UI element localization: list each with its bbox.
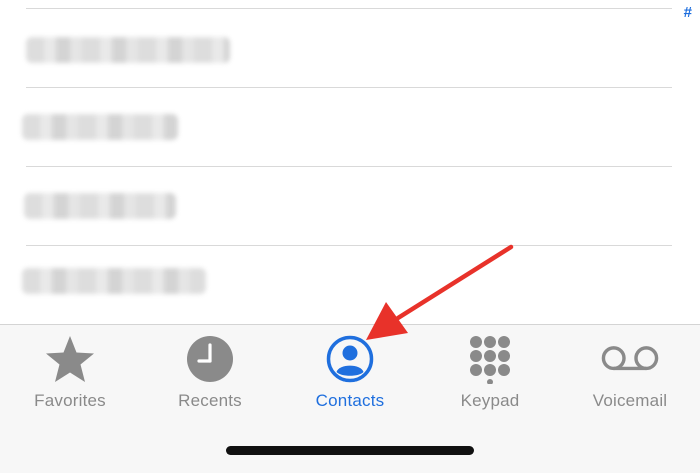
blurred-contact-name (24, 193, 176, 219)
tab-label: Voicemail (592, 391, 668, 410)
blurred-contact-name (22, 268, 206, 294)
tab-keypad[interactable]: Keypad (420, 325, 560, 425)
person-circle-icon (320, 331, 380, 387)
tab-label: Contacts (315, 391, 385, 410)
tab-favorites[interactable]: Favorites (0, 325, 140, 425)
tab-contacts[interactable]: Contacts (280, 325, 420, 425)
contact-row[interactable] (22, 88, 672, 167)
contact-list (0, 9, 700, 324)
contact-row[interactable] (22, 246, 672, 324)
tab-voicemail[interactable]: Voicemail (560, 325, 700, 425)
tab-label: Keypad (460, 391, 520, 410)
tab-label: Favorites (34, 391, 106, 410)
voicemail-icon (600, 331, 660, 387)
star-icon (40, 331, 100, 387)
clock-icon (180, 331, 240, 387)
keypad-icon (460, 331, 520, 387)
tab-recents[interactable]: Recents (140, 325, 280, 425)
contact-row[interactable] (24, 167, 672, 246)
blurred-contact-name (26, 37, 230, 63)
contact-row[interactable] (26, 9, 672, 88)
blurred-contact-name (22, 114, 178, 140)
home-indicator[interactable] (226, 446, 474, 455)
tab-label: Recents (178, 391, 242, 410)
phone-screen: # Favorites Recents Contacts Keypad Voic… (0, 0, 700, 473)
